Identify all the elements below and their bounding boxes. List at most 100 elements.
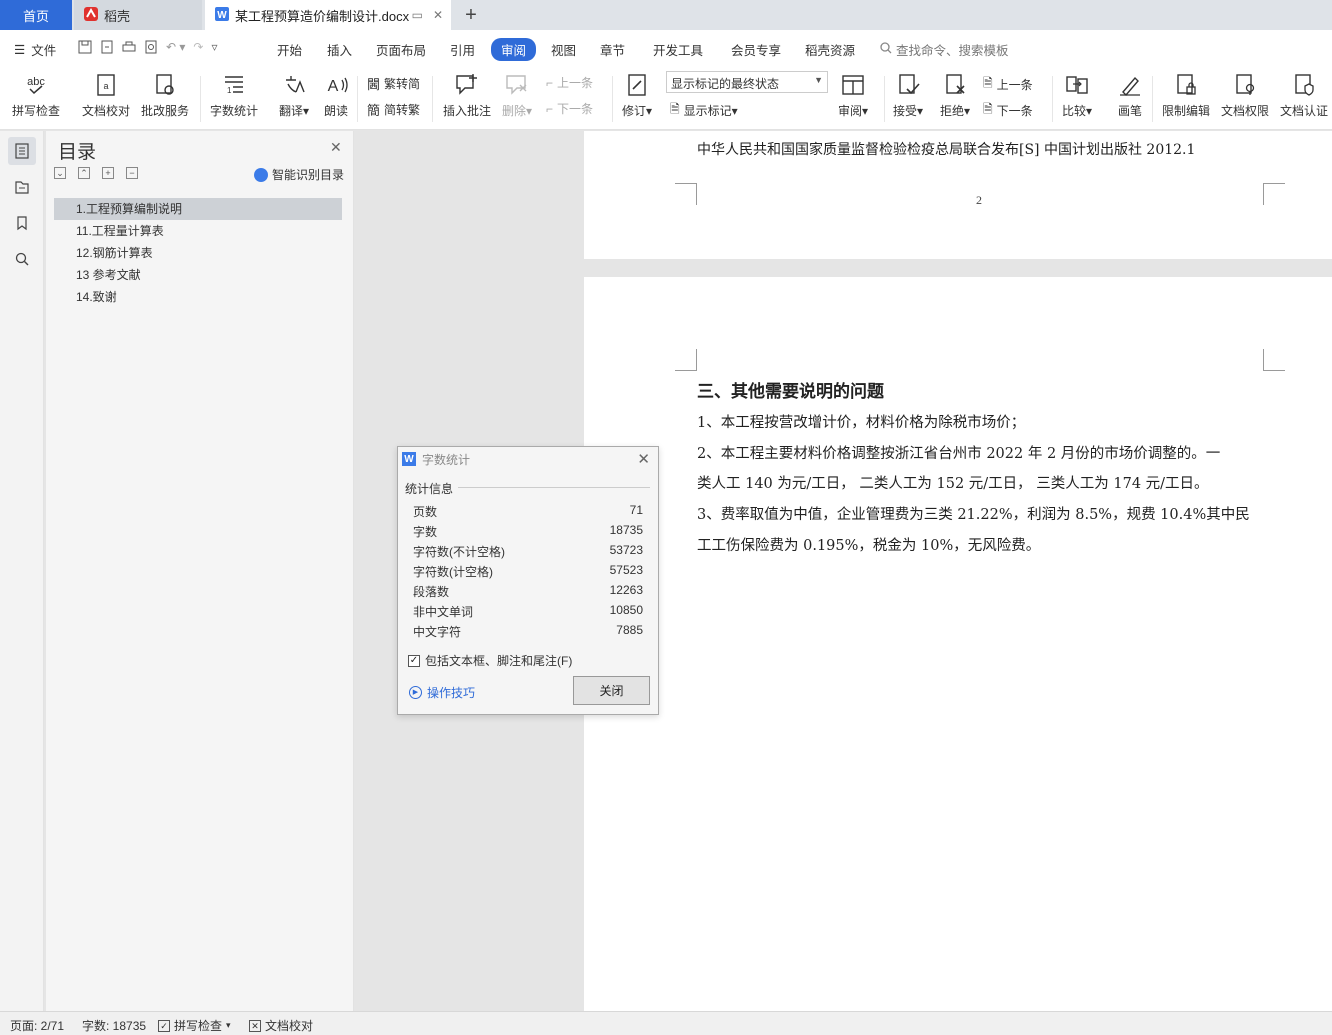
toc-item[interactable]: 14.致谢: [54, 286, 342, 308]
save-icon[interactable]: [78, 40, 92, 57]
delete-comment-label: 删除▾: [502, 104, 533, 118]
prev-comment-button[interactable]: ⌐ 上一条: [546, 74, 593, 91]
menu-start[interactable]: 开始: [277, 40, 302, 59]
title-bar: 首页 稻壳 W 某工程预算造价编制设计.docx ▭ ✕ +: [0, 0, 1332, 30]
accept-icon: [899, 74, 920, 95]
include-textbox-checkbox[interactable]: ✓ 包括文本框、脚注和尾注(F): [408, 652, 572, 669]
margin-corner-mark: [1263, 349, 1285, 371]
close-tab-icon[interactable]: ✕: [433, 8, 443, 22]
print-preview-icon[interactable]: [144, 40, 158, 57]
doc-permission-button[interactable]: 文档权限: [1221, 72, 1269, 119]
smart-toc-button[interactable]: 智能识别目录: [254, 166, 344, 183]
toc-item[interactable]: 11.工程量计算表: [54, 220, 342, 242]
status-spell-check[interactable]: ✓ 拼写检查 ▾: [158, 1017, 231, 1034]
simp-to-trad-label: 简转繁: [384, 103, 421, 117]
insert-comment-button[interactable]: 插入批注: [443, 72, 491, 119]
correct-service-icon: [156, 74, 174, 95]
stat-label: 字符数(计空格): [413, 565, 493, 579]
redo-icon[interactable]: ↷: [193, 40, 203, 57]
menu-references[interactable]: 引用: [450, 40, 475, 59]
collapse-icon[interactable]: −: [126, 167, 138, 179]
checkbox-checked-icon[interactable]: ✓: [408, 654, 420, 667]
status-proof-label: 文档校对: [265, 1019, 314, 1033]
chevron-up-icon[interactable]: ⌃: [78, 167, 90, 179]
toc-list: 1.工程预算编制说明 11.工程量计算表 12.钢筋计算表 13 参考文献 14…: [54, 198, 342, 308]
show-markup-button[interactable]: 🗎 显示标记▾: [670, 100, 738, 121]
reject-button[interactable]: 拒绝▾: [940, 72, 970, 119]
restrict-editing-icon: [1177, 74, 1196, 95]
expand-icon[interactable]: +: [102, 167, 114, 179]
search-icon: [880, 42, 892, 57]
chapter-nav-icon[interactable]: [8, 173, 36, 201]
doc-proofread-icon: a: [97, 74, 115, 96]
delete-comment-button[interactable]: 删除▾: [502, 72, 532, 119]
dialog-title-bar: W 字数统计: [398, 447, 658, 471]
float-window-icon[interactable]: ▭: [412, 8, 423, 22]
word-count-indicator[interactable]: 字数: 18735: [82, 1017, 146, 1034]
print-icon[interactable]: [122, 40, 136, 57]
next-comment-button[interactable]: ⌐ 下一条: [546, 100, 593, 117]
new-tab-button[interactable]: +: [458, 0, 484, 30]
review-pane-button[interactable]: 审阅▾: [838, 72, 868, 119]
simp-to-trad-button[interactable]: 簡 简转繁: [367, 100, 420, 119]
status-proofread[interactable]: ✕ 文档校对: [249, 1017, 313, 1034]
quick-access-toolbar: ↶ ▾ ↷ ▿: [78, 40, 218, 57]
tab-document-label: 某工程预算造价编制设计.docx: [235, 8, 410, 24]
undo-icon[interactable]: ↶ ▾: [166, 40, 185, 57]
toc-item[interactable]: 13 参考文献: [54, 264, 342, 286]
close-icon[interactable]: ✕: [330, 139, 342, 156]
prev-change-icon: 🗎: [983, 76, 993, 90]
read-aloud-button[interactable]: A 朗读: [323, 72, 349, 119]
next-change-button[interactable]: 🗎 下一条: [983, 100, 1033, 121]
toc-item[interactable]: 1.工程预算编制说明: [54, 198, 342, 220]
file-menu[interactable]: ☰ 文件: [14, 40, 56, 59]
export-pdf-icon[interactable]: [100, 40, 114, 57]
word-count-button[interactable]: 1 字数统计: [210, 72, 258, 119]
prev-change-button[interactable]: 🗎 上一条: [983, 74, 1033, 95]
tab-daoke[interactable]: 稻壳: [74, 0, 202, 30]
customize-dropdown-icon[interactable]: ▿: [211, 40, 217, 57]
menu-member[interactable]: 会员专享: [731, 40, 781, 59]
compare-button[interactable]: 比较▾: [1062, 72, 1092, 119]
markup-display-select[interactable]: 显示标记的最终状态 ▼: [666, 71, 828, 93]
command-search[interactable]: 查找命令、搜索模板: [880, 40, 1009, 59]
review-pane-icon: [842, 75, 864, 95]
spell-check-button[interactable]: abc 拼写检查: [12, 72, 60, 119]
pen-button[interactable]: 画笔: [1117, 72, 1143, 119]
toc-item[interactable]: 12.钢筋计算表: [54, 242, 342, 264]
page-indicator[interactable]: 页面: 2/71: [10, 1017, 64, 1034]
trad-to-simp-button[interactable]: 閪 繁转简: [367, 74, 420, 93]
accept-button[interactable]: 接受▾: [893, 72, 923, 119]
tab-home[interactable]: 首页: [0, 0, 72, 30]
correct-service-button[interactable]: 批改服务: [141, 72, 189, 119]
reject-icon: [946, 74, 965, 94]
chevron-down-icon[interactable]: ⌄: [54, 167, 66, 179]
menu-view[interactable]: 视图: [551, 40, 576, 59]
menu-insert[interactable]: 插入: [327, 40, 352, 59]
menu-daoke-resources[interactable]: 稻壳资源: [805, 40, 855, 59]
stat-label: 页数: [413, 505, 438, 519]
stat-value: 57523: [609, 563, 643, 577]
bookmark-icon[interactable]: [8, 209, 36, 237]
word-count-dialog: W 字数统计 ✕ 统计信息 页数 71 字数 18735 字符数(不计空格) 5…: [397, 446, 659, 715]
show-markup-label: 显示标记▾: [683, 104, 738, 118]
menu-chapter[interactable]: 章节: [600, 40, 625, 59]
stat-label: 字数: [413, 525, 438, 539]
menu-review[interactable]: 审阅: [491, 38, 537, 61]
prev-comment-icon: ⌐: [546, 75, 554, 90]
stat-value: 53723: [609, 543, 643, 557]
translate-button[interactable]: 翻译▾: [279, 72, 309, 119]
close-dialog-button[interactable]: 关闭: [573, 676, 650, 705]
close-icon[interactable]: ✕: [637, 450, 650, 468]
track-changes-button[interactable]: 修订▾: [622, 72, 652, 119]
paragraph-line: 3、费率取值为中值，企业管理费为三类 21.22%，利润为 8.5%，规费 10…: [697, 507, 1250, 523]
tips-link[interactable]: ▶ 操作技巧: [409, 684, 475, 701]
menu-developer[interactable]: 开发工具: [653, 40, 703, 59]
doc-proofread-button[interactable]: a 文档校对: [82, 72, 130, 119]
restrict-editing-button[interactable]: 限制编辑: [1162, 72, 1210, 119]
tab-document[interactable]: W 某工程预算造价编制设计.docx ▭ ✕: [205, 0, 451, 30]
toc-nav-icon[interactable]: [8, 137, 36, 165]
find-icon[interactable]: [8, 245, 36, 273]
doc-certify-button[interactable]: 文档认证: [1280, 72, 1328, 119]
menu-page-layout[interactable]: 页面布局: [376, 40, 426, 59]
